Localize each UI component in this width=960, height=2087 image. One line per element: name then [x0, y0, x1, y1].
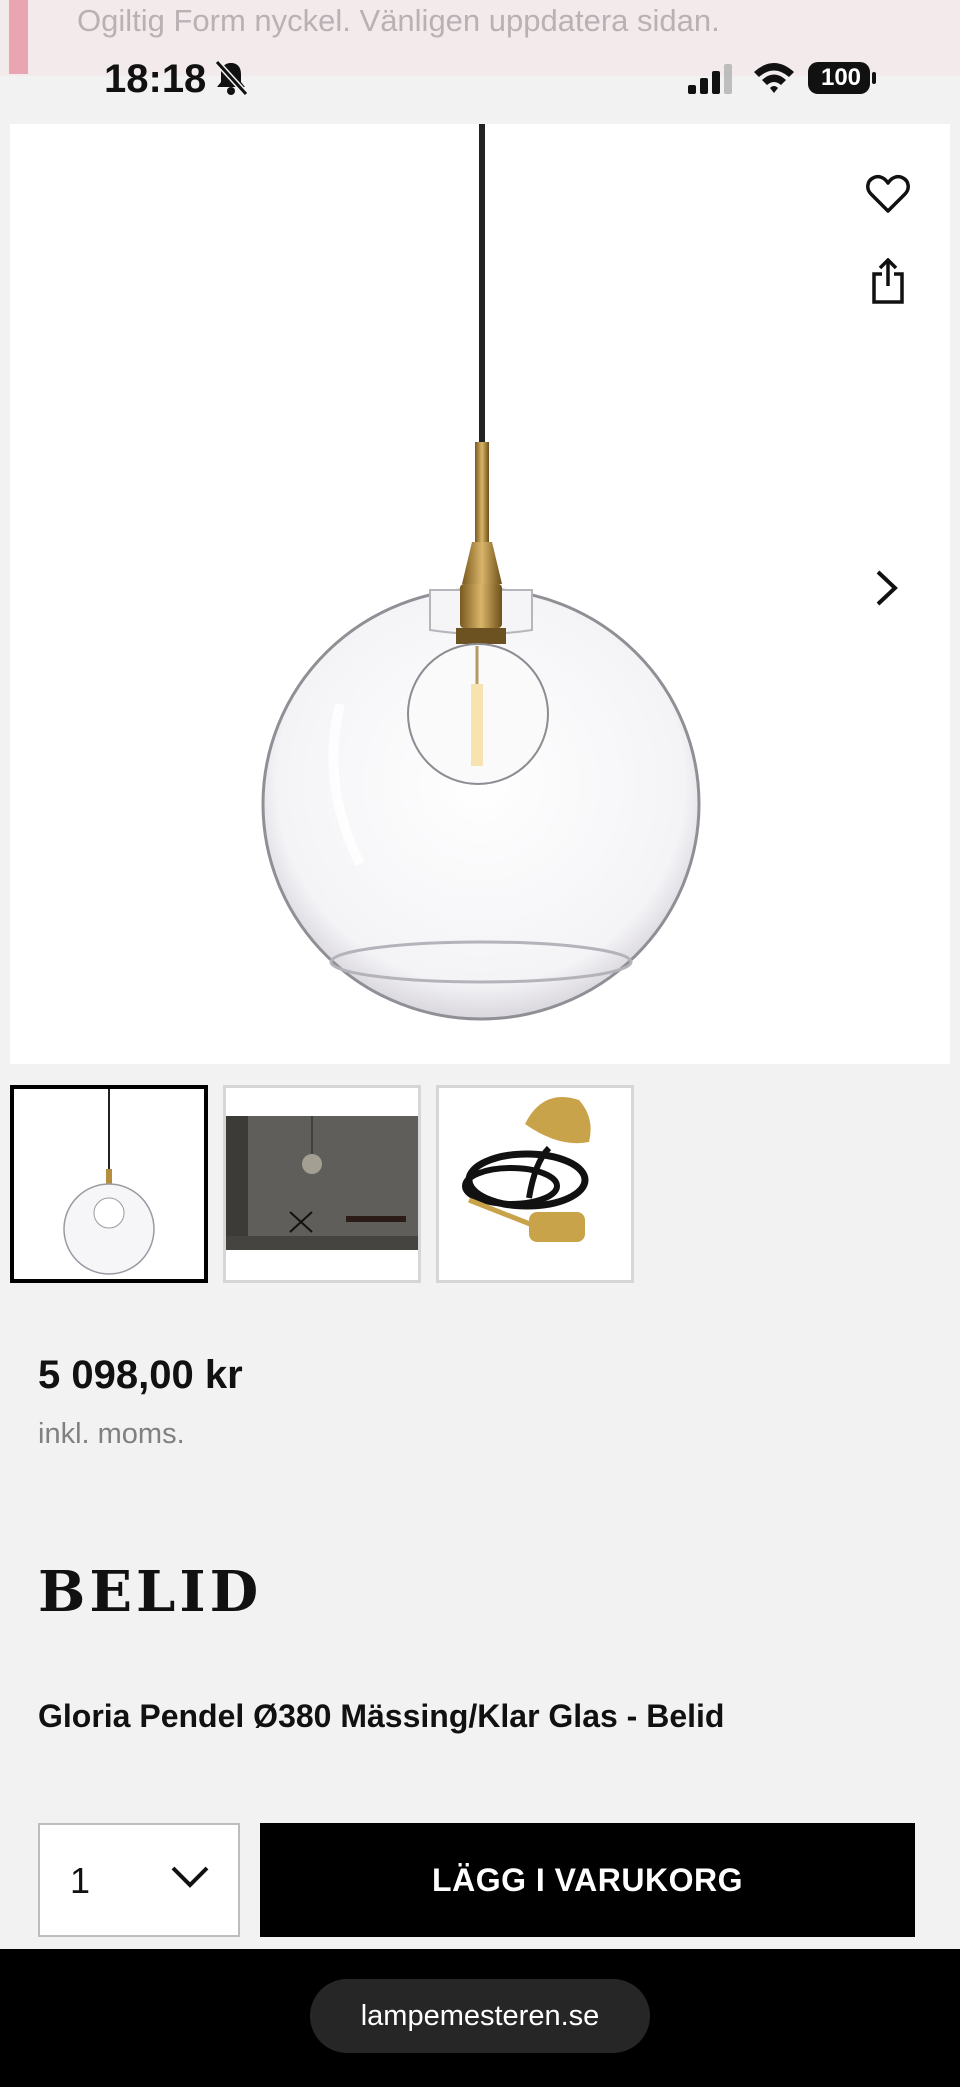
quantity-value: 1 [70, 1860, 91, 1901]
product-price: 5 098,00 kr [38, 1353, 243, 1397]
heart-icon [866, 174, 910, 213]
wifi-icon [754, 63, 794, 93]
bell-off-icon [214, 60, 248, 96]
chevron-right-icon [876, 570, 898, 606]
next-image-button[interactable] [874, 568, 900, 611]
favorite-button[interactable] [866, 174, 910, 217]
vat-note: inkl. moms. [38, 1418, 185, 1450]
thumbnail-1[interactable] [10, 1085, 208, 1283]
url-field[interactable]: lampemesteren.se [310, 1979, 650, 2053]
status-time: 18:18 [104, 57, 207, 101]
share-button[interactable] [870, 257, 906, 307]
battery-level: 100 [820, 64, 862, 91]
add-to-cart-button[interactable]: LÄGG I VARUKORG [260, 1823, 915, 1937]
quantity-select[interactable]: 1 [38, 1823, 240, 1937]
product-image-main[interactable] [10, 124, 950, 1064]
brand-logo[interactable]: BELID [38, 1560, 262, 1624]
thumbnail-3[interactable] [436, 1085, 634, 1283]
pendant-lamp-photo [63, 1089, 155, 1275]
signal-icon [688, 64, 732, 94]
chevron-down-icon [171, 1866, 209, 1888]
alert-accent [9, 0, 28, 74]
pendant-lamp-image [261, 124, 701, 1021]
share-icon [872, 257, 904, 304]
room-scene-photo [226, 1116, 418, 1250]
brass-cord-set-photo [462, 1097, 591, 1242]
product-title: Gloria Pendel Ø380 Mässing/Klar Glas - B… [38, 1698, 725, 1734]
thumbnail-2[interactable] [223, 1085, 421, 1283]
browser-bottom-bar: lampemesteren.se [0, 1949, 960, 2087]
alert-message: Ogiltig Form nyckel. Vänligen uppdatera … [77, 3, 720, 38]
